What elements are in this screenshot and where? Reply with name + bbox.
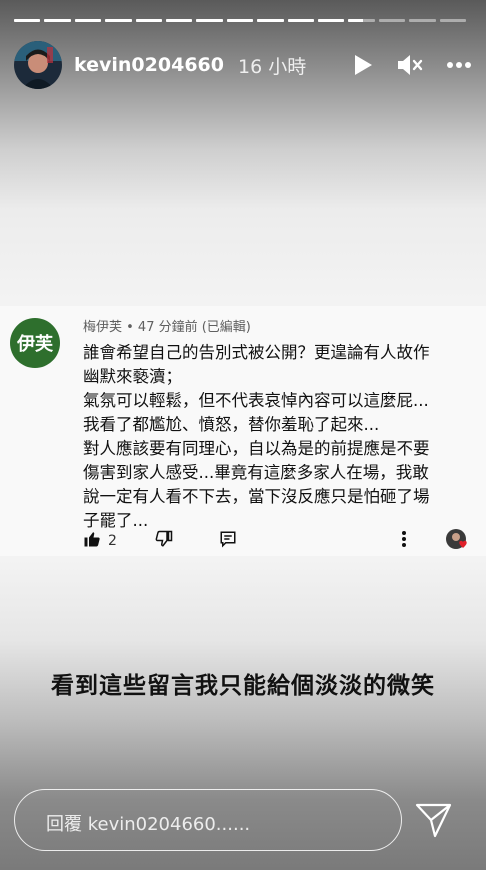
- progress-fill: [257, 19, 284, 22]
- kebab-menu-icon: [401, 530, 407, 552]
- progress-segment: [14, 19, 41, 22]
- progress-segment: [166, 19, 193, 22]
- progress-fill: [135, 19, 163, 22]
- mute-icon[interactable]: [396, 53, 424, 77]
- progress-segment: [378, 19, 406, 22]
- progress-fill: [196, 19, 223, 22]
- story-caption: 看到這些留言我只能給個淡淡的微笑: [51, 673, 435, 699]
- progress-segment: [257, 19, 284, 22]
- progress-fill: [105, 19, 132, 22]
- progress-fill: [44, 19, 71, 22]
- comment-screenshot: 伊芙 梅伊芙 • 47 分鐘前 (已編輯) 誰會希望自己的告別式被公開？更遑論有…: [0, 306, 486, 556]
- post-time: 16 小時: [237, 55, 307, 78]
- commenter-avatar: 伊芙: [10, 318, 60, 368]
- progress-fill: [287, 19, 315, 22]
- progress-segment: [287, 19, 315, 22]
- username[interactable]: kevin0204660: [74, 54, 224, 76]
- creator-heart-icon: [445, 528, 471, 556]
- progress-segment: [439, 19, 467, 22]
- story-progress-bar: [14, 19, 467, 22]
- thumbs-down-icon: [155, 530, 173, 552]
- progress-segment: [196, 19, 223, 22]
- reply-input[interactable]: 回覆 kevin0204660......: [14, 789, 402, 851]
- progress-segment: [348, 19, 375, 22]
- reply-placeholder: 回覆 kevin0204660......: [46, 814, 251, 835]
- reply-icon: [219, 530, 237, 552]
- more-options-icon[interactable]: [446, 61, 472, 69]
- story-header: kevin0204660 16 小時: [14, 41, 472, 89]
- progress-segment: [226, 19, 254, 22]
- progress-segment: [135, 19, 163, 22]
- progress-fill: [74, 19, 102, 22]
- progress-segment: [74, 19, 102, 22]
- progress-fill: [226, 19, 254, 22]
- progress-segment: [105, 19, 132, 22]
- progress-segment: [409, 19, 436, 22]
- progress-fill: [14, 19, 41, 22]
- send-icon[interactable]: [415, 802, 453, 842]
- progress-segment: [318, 19, 345, 22]
- progress-fill: [166, 19, 193, 22]
- comment-actions: 2: [83, 528, 473, 556]
- progress-segment: [44, 19, 71, 22]
- progress-fill: [318, 19, 345, 22]
- comment-meta: 梅伊芙 • 47 分鐘前 (已編輯): [83, 320, 251, 335]
- comment-body: 誰會希望自己的告別式被公開？更遑論有人故作 幽默來褻瀆； 氣氛可以輕鬆，但不代表…: [83, 343, 430, 530]
- progress-fill: [348, 19, 363, 22]
- profile-avatar[interactable]: [14, 41, 62, 89]
- play-icon[interactable]: [352, 53, 374, 77]
- thumbs-up-icon: [83, 530, 101, 552]
- like-count: 2: [108, 533, 117, 549]
